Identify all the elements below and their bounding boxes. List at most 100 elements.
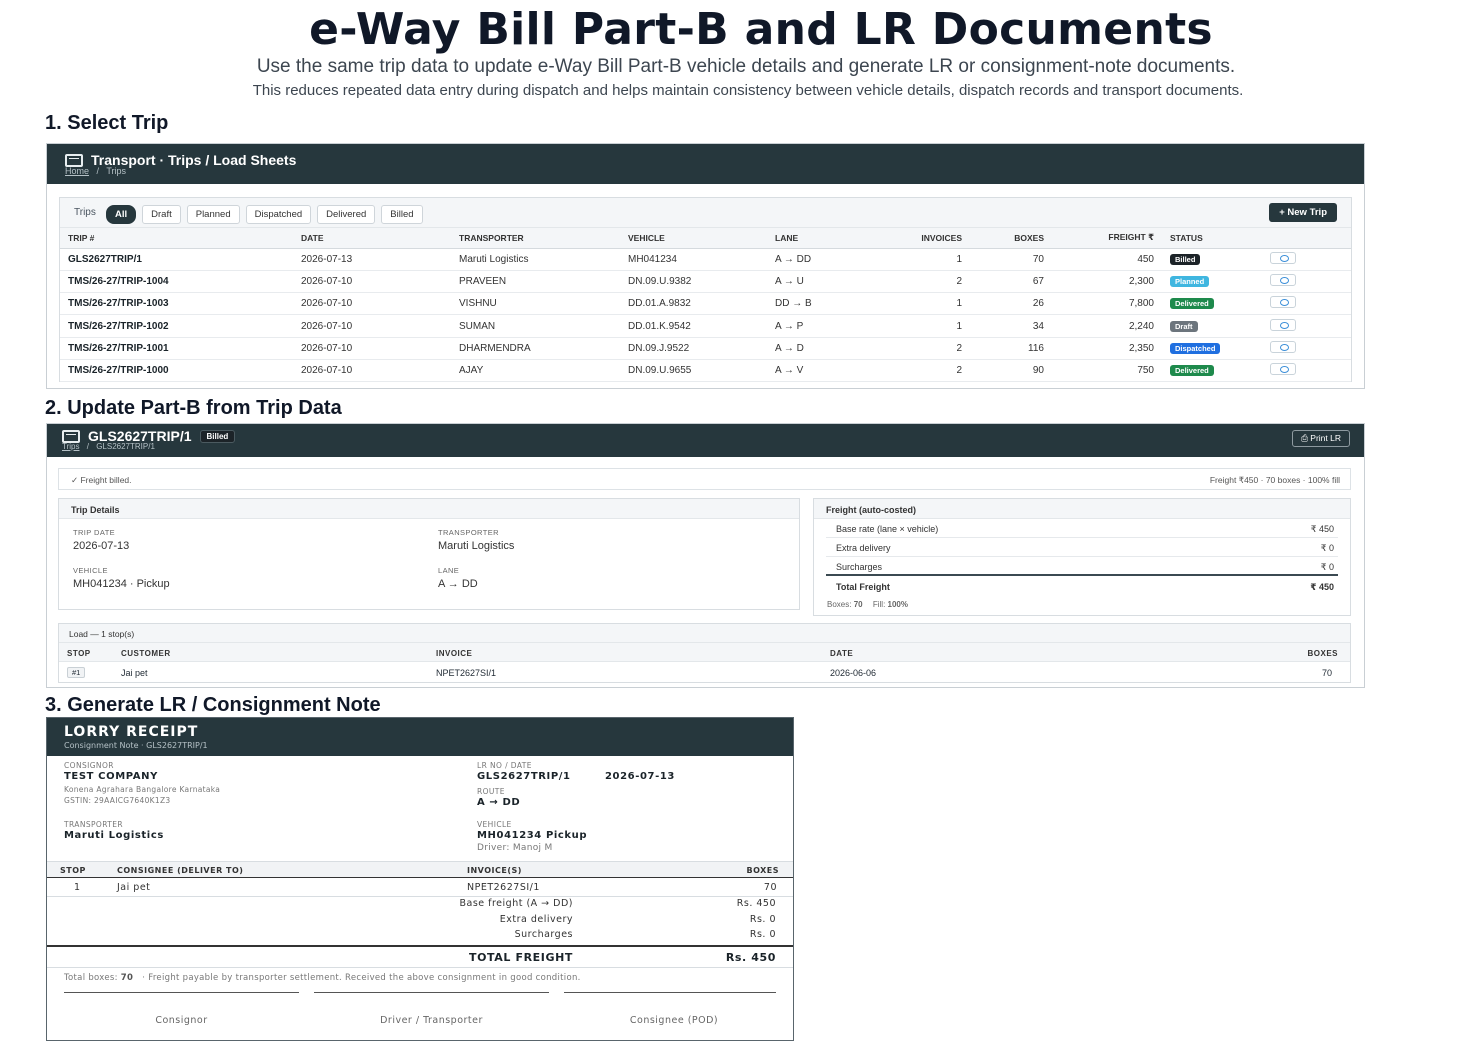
lr-header: LORRY RECEIPT Consignment Note · GLS2627… [47,718,793,756]
notice-message: ✓ Freight billed. [71,475,132,485]
column-header[interactable]: LANE [767,228,877,249]
trip-date: 2026-07-10 [293,270,451,294]
view-eye-icon[interactable] [1270,251,1296,264]
column-header[interactable]: VEHICLE [620,228,767,249]
column-header[interactable]: BOXES [970,228,1052,249]
trip-lane: A → DD [767,248,877,271]
lane-value: A → DD [438,578,478,590]
load-customer: Jai pet [121,668,148,678]
load-col-customer: CUSTOMER [121,649,171,658]
lr-col-invoices: INVOICE(S) [467,866,522,875]
trip-detail-body: ✓ Freight billed. Freight ₹450 · 70 boxe… [47,457,1364,687]
column-header[interactable]: INVOICES [877,228,970,249]
trip-invoices: 2 [877,359,970,383]
signature-line-driver [314,992,549,993]
trip-lane: A → U [767,270,877,294]
vehicle-value: MH041234 · Pickup [73,578,170,590]
box-icon [62,429,80,443]
consignor-gstin: GSTIN: 29AAICG7640K1Z3 [64,796,171,805]
signature-label-consignee: Consignee (POD) [629,1015,719,1026]
section-heading-select-trip: 1. Select Trip [45,112,169,134]
print-lr-button[interactable]: ⎙ Print LR [1292,430,1350,447]
status-badge: Planned [1170,275,1210,287]
view-eye-icon[interactable] [1270,340,1296,353]
column-header-actions [1262,228,1351,249]
new-trip-button[interactable]: + New Trip [1269,203,1337,222]
table-header-row: TRIP # DATE TRANSPORTER VEHICLE LANE INV… [60,228,1351,249]
breadcrumb-home[interactable]: Home [65,166,89,176]
trip-number[interactable]: TMS/26-27/TRIP-1000 [60,359,293,383]
lr-number: GLS2627TRIP/1 [477,771,571,782]
lr-stop: 1 [74,882,81,893]
table-row[interactable]: TMS/26-27/TRIP-1002 2026-07-10 SUMAN DD.… [60,314,1351,338]
load-date: 2026-06-06 [830,668,877,678]
view-eye-icon[interactable] [1270,363,1296,376]
filter-chip-billed[interactable]: Billed [381,205,423,224]
trip-number[interactable]: TMS/26-27/TRIP-1002 [60,314,293,338]
view-eye-icon[interactable] [1270,273,1296,286]
table-row[interactable]: TMS/26-27/TRIP-1000 2026-07-10 AJAY DN.0… [60,359,1351,383]
lr-vehicle-label: VEHICLE [477,820,512,829]
vehicle-label: VEHICLE [73,566,108,575]
trip-transporter: DHARMENDRA [451,337,620,360]
trip-vehicle: MH041234 [620,248,767,271]
trip-lane: A → V [767,359,877,383]
trip-number[interactable]: GLS2627TRIP/1 [60,248,293,271]
table-row[interactable]: TMS/26-27/TRIP-1001 2026-07-10 DHARMENDR… [60,337,1351,360]
charge-label: Surcharges [514,929,573,940]
column-header[interactable]: DATE [293,228,451,249]
stop-badge: #1 [67,667,86,678]
lr-footer-note: Total boxes: 70 · Freight payable by tra… [64,973,581,983]
load-summary: Boxes: 70 Fill: 100% [827,600,908,609]
view-eye-icon[interactable] [1270,318,1296,331]
trip-date-value: 2026-07-13 [73,540,130,552]
trip-transporter: PRAVEEN [451,270,620,294]
filter-chip-all[interactable]: All [106,205,137,224]
trip-boxes: 26 [970,292,1052,316]
trip-vehicle: DN.09.J.9522 [620,337,767,360]
trip-freight: 7,800 [1052,292,1162,316]
table-row[interactable]: TMS/26-27/TRIP-1003 2026-07-10 VISHNU DD… [60,292,1351,316]
trip-boxes: 116 [970,337,1052,360]
breadcrumb: Home / Trips [65,166,126,176]
fill-value: 100% [887,600,908,609]
trips-card: Trips All Draft Planned Dispatched Deliv… [59,197,1352,383]
fill-label: Fill: [872,600,886,609]
trip-invoices: 1 [877,314,970,338]
table-row[interactable]: GLS2627TRIP/1 2026-07-13 Maruti Logistic… [60,248,1351,271]
column-header[interactable]: FREIGHT ₹ [1052,228,1162,249]
trip-lane: DD → B [767,292,877,316]
breadcrumb-trips[interactable]: Trips [62,442,79,451]
trip-date: 2026-07-10 [293,359,451,383]
filter-chip-dispatched[interactable]: Dispatched [245,205,312,224]
trip-date: 2026-07-13 [293,248,451,271]
charge-label: Base freight (A → DD) [459,898,573,909]
trip-details-title: Trip Details [59,499,799,519]
lr-transporter-label: TRANSPORTER [64,820,124,829]
lr-title: LORRY RECEIPT [64,724,199,740]
load-header-row: STOP CUSTOMER INVOICE DATE BOXES [59,643,1350,662]
footer-boxes-label: Total boxes: [64,973,118,983]
trip-transporter: VISHNU [451,292,620,316]
freight-card: Freight (auto-costed) Base rate (lane × … [813,498,1351,616]
transporter-label: TRANSPORTER [438,528,499,537]
lr-col-boxes: BOXES [746,866,779,875]
trip-transporter: Maruti Logistics [451,248,620,271]
filter-chip-delivered[interactable]: Delivered [317,205,376,224]
table-row[interactable]: TMS/26-27/TRIP-1004 2026-07-10 PRAVEEN D… [60,270,1351,294]
column-header[interactable]: STATUS [1162,228,1262,249]
trip-number[interactable]: TMS/26-27/TRIP-1001 [60,337,293,360]
filter-chip-planned[interactable]: Planned [186,205,240,224]
trip-freight: 2,240 [1052,314,1162,338]
column-header[interactable]: TRANSPORTER [451,228,620,249]
trip-number[interactable]: TMS/26-27/TRIP-1004 [60,270,293,294]
view-eye-icon[interactable] [1270,296,1296,309]
trip-number[interactable]: TMS/26-27/TRIP-1003 [60,292,293,316]
trip-date: 2026-07-10 [293,314,451,338]
trip-transporter: SUMAN [451,314,620,338]
boxes-label: Boxes: [827,600,852,609]
filter-label: Trips [74,207,96,218]
column-header[interactable]: TRIP # [60,228,293,249]
filter-chip-draft[interactable]: Draft [142,205,181,224]
trips-panel: Transport · Trips / Load Sheets Home / T… [46,143,1365,389]
